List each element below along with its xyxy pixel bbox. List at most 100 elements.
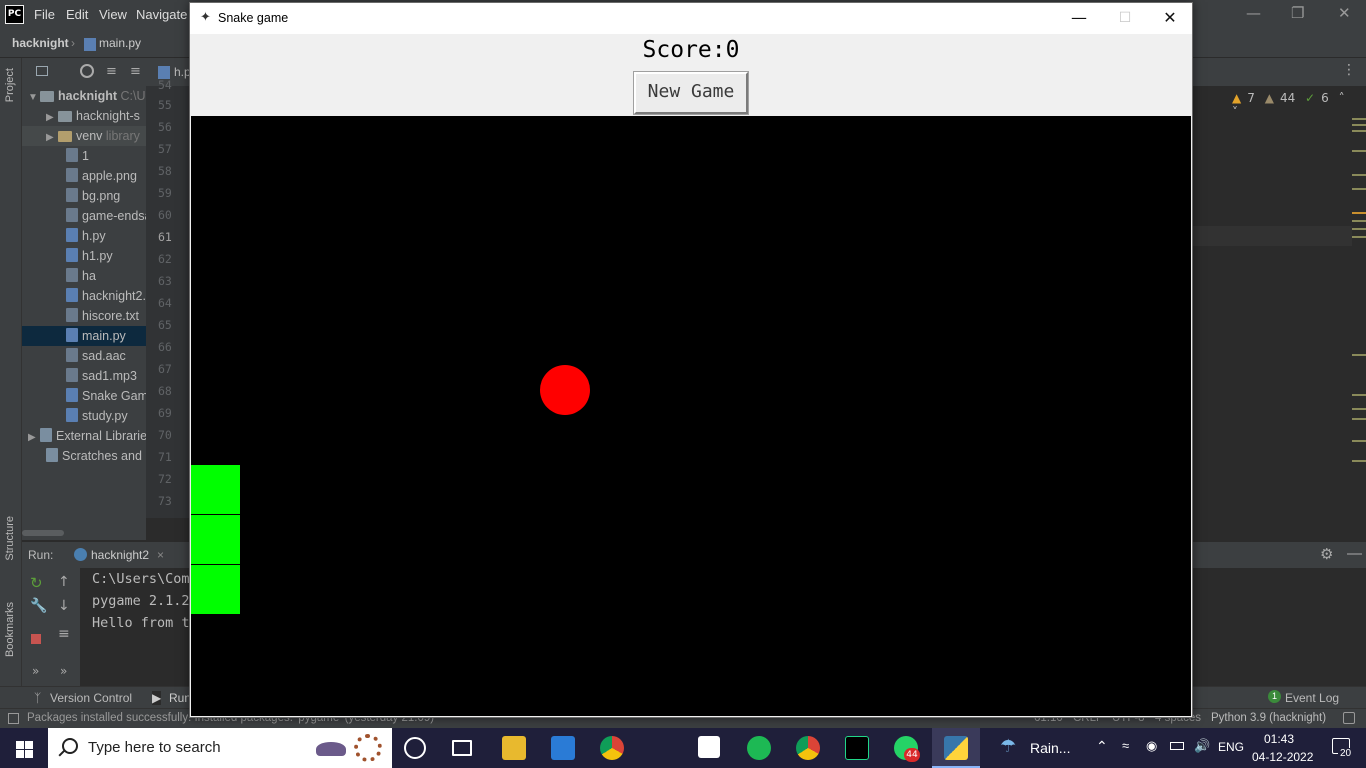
wrench-icon[interactable]: 🔧: [30, 598, 47, 614]
chrome-profile-icon[interactable]: [796, 736, 820, 760]
tree-item[interactable]: ▶ External Librarie: [22, 426, 146, 446]
close-button[interactable]: ✕: [1147, 3, 1193, 34]
tab-structure[interactable]: Structure: [4, 516, 16, 561]
horizontal-scrollbar[interactable]: [22, 530, 64, 536]
menu-file[interactable]: File: [34, 7, 55, 22]
collapse-all-icon[interactable]: ≡: [130, 64, 141, 79]
python-interpreter[interactable]: Python 3.9 (hacknight): [1211, 712, 1326, 724]
image-file-icon: [66, 168, 78, 182]
lock-icon[interactable]: [1343, 712, 1355, 724]
tab-bookmarks[interactable]: Bookmarks: [4, 602, 16, 657]
project-panel: ≡ ≡ ▼ hacknight C:\U ▶ hacknight-s ▶ venv l…: [22, 58, 146, 540]
breadcrumb-file[interactable]: main.py: [99, 36, 141, 50]
game-titlebar[interactable]: ✦ Snake game — ☐ ✕: [190, 3, 1192, 34]
windows-logo-icon: [16, 750, 24, 758]
tree-item[interactable]: Scratches and C: [22, 446, 146, 466]
tree-item[interactable]: 1: [22, 146, 146, 166]
battery-icon[interactable]: [1170, 742, 1184, 750]
taskbar-search-box[interactable]: Type here to search: [48, 728, 392, 768]
tree-item[interactable]: hacknight2.: [22, 286, 146, 306]
gear-icon[interactable]: ⚙: [1320, 545, 1333, 563]
tree-item[interactable]: hiscore.txt: [22, 306, 146, 326]
soft-wrap-icon[interactable]: ≡: [58, 626, 70, 642]
python-file-icon: [84, 38, 96, 51]
tree-item[interactable]: ▶ hacknight-s: [22, 106, 146, 126]
volume-icon[interactable]: 🔊: [1194, 738, 1210, 754]
file-explorer-icon[interactable]: [502, 736, 526, 760]
locate-file-icon[interactable]: [80, 64, 94, 78]
inspection-widget[interactable]: ▲ 7 ▲ 44 ✓ 6 ˄ ˅: [1232, 91, 1366, 119]
tree-item[interactable]: sad1.mp3: [22, 366, 146, 386]
view-mode-icon[interactable]: [36, 66, 48, 76]
tab-project[interactable]: Project: [4, 68, 16, 102]
meet-now-icon[interactable]: ◉: [1146, 738, 1157, 754]
run-config-tab[interactable]: hacknight2: [91, 548, 149, 562]
chevron-down-icon[interactable]: ˅: [1232, 105, 1238, 119]
tree-item[interactable]: h1.py: [22, 246, 146, 266]
menu-navigate[interactable]: Navigate: [136, 7, 187, 22]
tree-root[interactable]: ▼ hacknight C:\U: [22, 86, 146, 106]
tree-item[interactable]: sad.aac: [22, 346, 146, 366]
expand-all-icon[interactable]: ≡: [106, 64, 117, 79]
tree-item[interactable]: ha: [22, 266, 146, 286]
network-icon[interactable]: ≈: [1122, 738, 1129, 753]
ide-restore-icon[interactable]: ❐: [1291, 4, 1304, 22]
task-view-icon[interactable]: [452, 740, 472, 756]
stop-icon[interactable]: [31, 634, 41, 644]
clock-time[interactable]: 01:43: [1264, 732, 1294, 746]
weather-text[interactable]: Rain...: [1030, 740, 1070, 756]
clock-date[interactable]: 04-12-2022: [1252, 750, 1313, 764]
microsoft-store-icon[interactable]: [698, 736, 720, 758]
layout-icon[interactable]: [8, 713, 19, 724]
tree-item-selected[interactable]: main.py: [22, 326, 146, 346]
ide-close-icon[interactable]: ✕: [1338, 4, 1351, 22]
search-placeholder: Type here to search: [88, 739, 221, 756]
tree-item[interactable]: h.py: [22, 226, 146, 246]
minimize-button[interactable]: —: [1056, 3, 1102, 34]
tree-item[interactable]: Snake Game: [22, 386, 146, 406]
language-indicator[interactable]: ENG: [1218, 740, 1244, 754]
weather-rain-icon[interactable]: ☂: [1000, 736, 1016, 757]
tab-run[interactable]: Run: [169, 691, 191, 705]
start-button[interactable]: [0, 728, 48, 768]
new-game-button[interactable]: New Game: [633, 71, 749, 115]
chevron-up-icon[interactable]: ˄: [1339, 91, 1345, 105]
ide-minimize-icon[interactable]: —: [1246, 4, 1261, 22]
more-icon[interactable]: »: [32, 664, 39, 678]
game-canvas[interactable]: [191, 116, 1191, 716]
spotify-icon[interactable]: [747, 736, 771, 760]
more-tabs-icon[interactable]: ⋮: [1342, 62, 1356, 78]
search-icon: [62, 738, 78, 754]
menu-edit[interactable]: Edit: [66, 7, 88, 22]
pycharm-taskbar-icon[interactable]: [845, 736, 869, 760]
arrow-down-icon[interactable]: ↓: [58, 598, 70, 614]
scroll-marker: [1352, 130, 1366, 132]
tab-event-log[interactable]: Event Log: [1285, 691, 1339, 705]
rerun-icon[interactable]: ↻: [30, 574, 43, 592]
run-output-line: Hello from t: [92, 615, 190, 631]
folder-icon: [58, 111, 72, 122]
chrome-icon[interactable]: [600, 736, 624, 760]
tree-item[interactable]: ▶ venv library: [22, 126, 146, 146]
tree-item[interactable]: game-endsa: [22, 206, 146, 226]
mail-icon[interactable]: [551, 736, 575, 760]
scroll-marker: [1352, 460, 1366, 462]
folder-icon: [40, 91, 54, 102]
warning-count: 7: [1247, 91, 1255, 105]
python-icon[interactable]: [944, 736, 968, 760]
tree-item-label: ha: [82, 269, 96, 283]
close-tab-icon[interactable]: ×: [157, 548, 164, 562]
menu-view[interactable]: View: [99, 7, 127, 22]
breadcrumb-separator: ›: [71, 36, 75, 50]
breadcrumb-project[interactable]: hacknight: [12, 36, 69, 50]
cortana-icon[interactable]: [404, 737, 426, 759]
more-icon[interactable]: »: [60, 664, 67, 678]
tab-version-control[interactable]: Version Control: [50, 691, 132, 705]
hide-panel-icon[interactable]: —: [1347, 545, 1362, 562]
tree-item[interactable]: study.py: [22, 406, 146, 426]
tree-item[interactable]: bg.png: [22, 186, 146, 206]
snake-segment: [191, 465, 240, 514]
arrow-up-icon[interactable]: ↑: [58, 574, 70, 590]
tree-item[interactable]: apple.png: [22, 166, 146, 186]
show-hidden-icons-icon[interactable]: ⌃: [1096, 738, 1108, 755]
